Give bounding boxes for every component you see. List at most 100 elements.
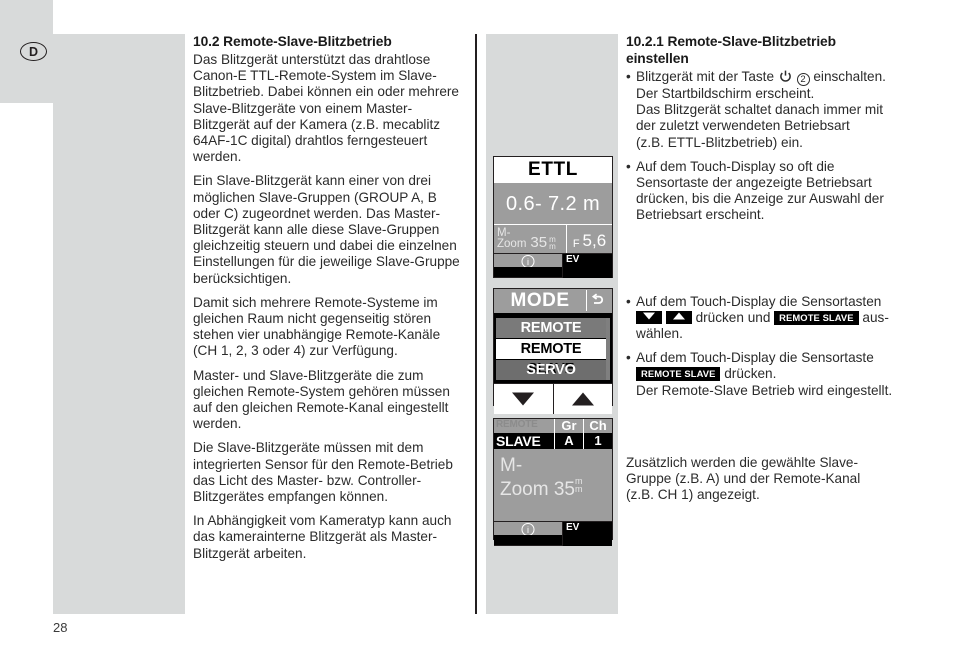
lcd-mode-header-label: MODE — [510, 290, 570, 311]
lcd-remote-label: REMOTE — [496, 419, 538, 430]
bullet-line: Der Remote-Slave Betrieb wird eingestell… — [636, 382, 893, 398]
lcd-zoom-label: M- Zoom — [497, 226, 527, 250]
lcd-channel-field[interactable]: Ch 1 — [583, 418, 612, 449]
lcd-ev-softkey[interactable]: EV — [563, 254, 612, 278]
left-gray-column-block — [53, 34, 185, 614]
paragraph: Das Blitzgerät unterstützt das drahtlose… — [193, 52, 459, 165]
lcd-mode-header: MODE — [494, 289, 612, 315]
lcd-info-softkey[interactable]: i — [494, 254, 563, 278]
ev-label: EV — [566, 522, 580, 533]
instruction-bullet-select-mode: • Auf dem Touch-Display so oft die Senso… — [626, 159, 898, 224]
instruction-bullet-confirm: • Auf dem Touch-Display die Sensortaste … — [626, 350, 898, 399]
lcd-slave-label: SLAVE — [494, 433, 554, 449]
locale-badge: D — [20, 42, 47, 61]
bullet-line: Auf dem Touch-Display die Sensortaste — [636, 350, 874, 366]
lcd-mzoom-unit: mm — [575, 476, 583, 494]
lcd-info-softkey[interactable]: i — [494, 522, 563, 546]
bullet-line: der zuletzt verwendeten Betriebsart — [636, 118, 850, 134]
note-line: (z.B. CH 1) angezeigt. — [626, 487, 760, 503]
lcd-remote-slave-field[interactable]: REMOTE SLAVE — [494, 419, 554, 449]
lcd-mode-option-remote-slave[interactable]: REMOTE SLAVE — [496, 339, 606, 377]
lcd-zoom-unit: m m — [549, 235, 556, 251]
lcd-group-field[interactable]: Gr A — [554, 418, 583, 449]
lcd-distance-readout: 0.6- 7.2 m — [505, 193, 601, 215]
lcd-mzoom-value: 35 — [553, 479, 575, 500]
up-arrow-icon[interactable] — [665, 310, 692, 324]
down-arrow-icon[interactable] — [636, 310, 662, 324]
lcd-softkey-row: i EV — [494, 253, 612, 278]
callout-number-2: 2 — [796, 73, 810, 86]
power-icon — [779, 70, 792, 83]
bullet-line: Sensortaste der angezeigte Betriebsart — [636, 175, 872, 191]
bullet-line: Auf dem Touch-Display die Sensortasten — [636, 293, 882, 309]
lcd-ev-softkey[interactable]: EV — [563, 522, 612, 546]
spacer-block — [626, 232, 898, 294]
lcd-panel-ettl: ETTL 0.6- 7.2 m M- Zoom 35 m m F 5,6 i E… — [493, 156, 613, 278]
lcd-mode-option-remote-master[interactable]: REMOTE MASTER — [496, 318, 606, 356]
paragraph: Die Slave-Blitzgeräte müssen mit dem int… — [193, 440, 453, 505]
lcd-slave-header: REMOTE SLAVE Gr A Ch 1 — [494, 418, 612, 449]
lcd-nav-row — [494, 383, 612, 414]
paragraph: Master- und Slave-Blitzgeräte die zum gl… — [193, 367, 450, 432]
softkey-fill — [494, 267, 562, 277]
bullet-line: Auf dem Touch-Display so oft die — [636, 158, 835, 174]
bullet-line: wählen. — [636, 326, 683, 342]
bullet-line: Das Blitzgerät schaltet danach immer mit — [636, 102, 884, 118]
bullet-line: Betriebsart erscheint. — [636, 207, 765, 223]
left-text-column: 10.2 Remote-Slave-Blitzbetrieb Das Blitz… — [193, 33, 465, 570]
lcd-zoom-field[interactable]: M- Zoom 35 m m — [494, 225, 566, 253]
bullet-line-with-keys: REMOTE SLAVE drücken. — [636, 366, 898, 382]
bullet-dot: • — [626, 293, 631, 309]
column-divider-rule — [475, 34, 477, 614]
lcd-aperture-field[interactable]: F 5,6 — [566, 225, 612, 253]
note-paragraph: Zusätzlich werden die gewählte Slave- Gr… — [626, 455, 898, 504]
bullet-after-text: einschalten. — [813, 69, 886, 84]
lcd-mzoom-label-line1: M- — [500, 455, 523, 476]
instruction-bullet-arrows: • Auf dem Touch-Display die Sensortasten… — [626, 294, 898, 343]
bullet-dot: • — [626, 350, 631, 366]
spacer-block — [626, 407, 898, 455]
note-line: Gruppe (z.B. A) und der Remote-Kanal — [626, 471, 861, 487]
lcd-softkey-row: i EV — [494, 521, 612, 546]
lcd-aperture-prefix: F — [572, 238, 580, 250]
note-line: Zusätzlich werden die gewählte Slave- — [626, 454, 858, 470]
lcd-mzoom-label-line2: Zoom — [500, 479, 549, 500]
lcd-mode-option-servo[interactable]: SERVO — [496, 360, 606, 380]
paragraph: Damit sich mehrere Remote-Systeme im gle… — [193, 294, 441, 359]
right-text-column: 10.2.1 Remote-Slave-Blitzbetrieb einstel… — [626, 33, 898, 511]
lcd-channel-header: Ch — [589, 418, 607, 433]
keycap-remote-slave[interactable]: REMOTE SLAVE — [774, 310, 859, 325]
bullet-dot: • — [626, 158, 631, 174]
bullet-line-with-keys: drücken und REMOTE SLAVE aus- — [636, 310, 898, 326]
bullet-tail-text: drücken. — [724, 366, 777, 382]
subsection-heading: 10.2.1 Remote-Slave-Blitzbetrieb einstel… — [626, 34, 836, 66]
paragraph: Ein Slave-Blitzgerät kann einer von drei… — [193, 173, 460, 286]
instruction-bullet-power-on: • Blitzgerät mit der Taste 2 einschalten… — [626, 69, 898, 151]
lcd-panel-slave: REMOTE SLAVE Gr A Ch 1 M- Zoom 35 m m i EV — [493, 418, 613, 546]
ev-label: EV — [566, 254, 580, 265]
lcd-panel-mode: MODE REMOTE MASTER REMOTE SLAVE SERVO — [493, 288, 613, 414]
lcd-zoom-value: 35 — [530, 234, 548, 251]
section-heading: 10.2 Remote-Slave-Blitzbetrieb — [193, 34, 392, 49]
bullet-dot: • — [626, 69, 631, 84]
lcd-aperture-value: 5,6 — [582, 231, 607, 250]
lcd-mode-title[interactable]: ETTL — [494, 157, 612, 183]
lcd-slave-body: M- Zoom 35 m m — [494, 449, 612, 521]
bullet-line: drücken, bis die Anzeige zur Auswahl der — [636, 191, 884, 207]
keycap-remote-slave[interactable]: REMOTE SLAVE — [636, 367, 721, 382]
lcd-group-header: Gr — [561, 418, 577, 433]
paragraph: In Abhängigkeit vom Kameratyp kann auch … — [193, 513, 452, 561]
lcd-mzoom-readout[interactable]: M- Zoom 35 m m — [500, 455, 612, 501]
up-arrow-icon[interactable] — [552, 384, 613, 414]
lcd-mzoom-line2: Zoom 35 m m — [500, 477, 612, 501]
bullet-tail-text: aus- — [862, 309, 889, 325]
bullet-line: Der Startbildschirm erscheint. — [636, 86, 815, 101]
softkey-fill — [494, 535, 562, 545]
page-number: 28 — [53, 620, 68, 635]
back-arrow-icon[interactable] — [586, 290, 609, 311]
lcd-channel-value: 1 — [584, 433, 612, 449]
down-arrow-icon[interactable] — [494, 384, 553, 414]
lcd-parameter-row: M- Zoom 35 m m F 5,6 — [494, 224, 612, 253]
lcd-scrollbar[interactable] — [606, 318, 610, 380]
lcd-group-value: A — [555, 433, 583, 449]
